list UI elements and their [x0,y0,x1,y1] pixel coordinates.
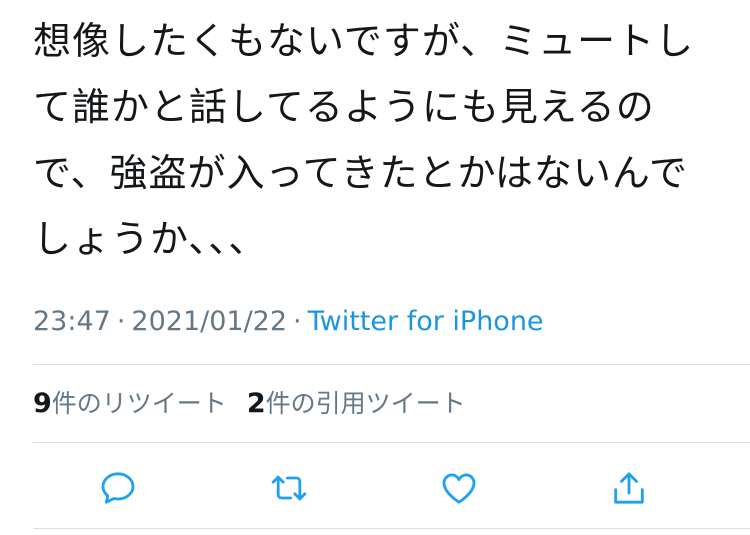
divider [33,364,750,365]
tweet-stats: 9件のリツイート 2件の引用ツイート [33,384,486,424]
divider [33,528,750,529]
tweet-date: 2021/01/22 [131,306,288,337]
reply-icon [101,472,135,504]
retweets-label: 件のリツイート [51,389,227,418]
share-icon [614,472,644,504]
meta-separator: · [116,306,126,337]
quotes-stat[interactable]: 2件の引用ツイート [246,388,466,419]
tweet-text: 想像したくもないですが、ミュートして誰かと話してるようにも見えるので、強盗が入っ… [33,19,695,261]
meta-separator: · [293,306,302,337]
retweets-stat[interactable]: 9件のリツイート [33,388,227,419]
quotes-count: 2 [246,388,266,419]
tweet-source-link[interactable]: Twitter for iPhone [308,306,544,337]
retweet-icon [271,475,307,501]
tweet-time: 23:47 [33,306,111,337]
quotes-label: 件の引用ツイート [265,389,466,418]
retweet-button[interactable] [267,466,311,510]
like-button[interactable] [437,466,481,510]
like-icon [442,473,476,504]
reply-button[interactable] [96,466,140,510]
tweet-actions [0,466,750,510]
share-button[interactable] [607,466,651,510]
divider [33,442,750,443]
tweet-meta: 23:47 · 2021/01/22 · Twitter for iPhone [33,302,544,342]
retweets-count: 9 [33,388,52,419]
